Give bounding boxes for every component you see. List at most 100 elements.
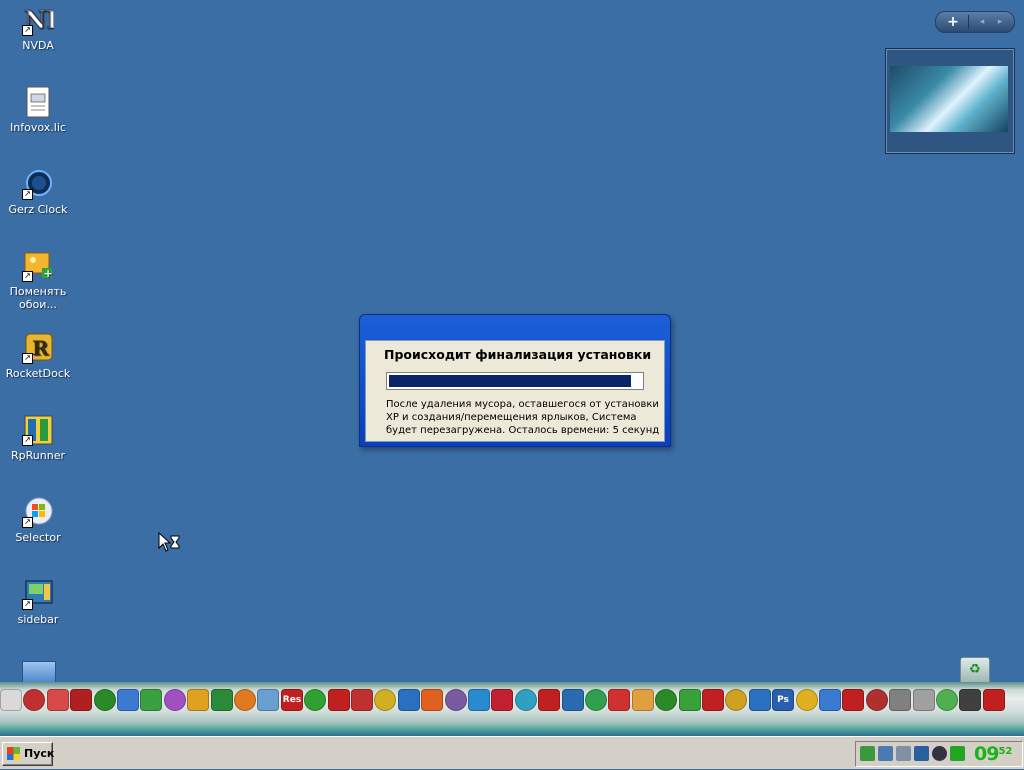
desktop-icon-label: RpRunner (11, 449, 65, 462)
dock-app-icon[interactable] (866, 689, 888, 711)
keyboard-layout-icon[interactable] (914, 746, 929, 761)
desktop-icon-label: Gerz Clock (8, 203, 68, 216)
dock-app-icon[interactable] (538, 689, 560, 711)
dialog-message: После удаления мусора, оставшегося от ус… (386, 399, 660, 436)
system-tray: 0952 (855, 741, 1023, 767)
desktop-icon-nvda[interactable]: ND ↗ NVDA (4, 4, 72, 52)
slideshow-image (890, 66, 1008, 132)
next-button[interactable]: ▸ (992, 13, 1008, 31)
dock-app-icon[interactable] (889, 689, 911, 711)
windows-flag-icon (7, 747, 20, 760)
dock-app-icon[interactable] (959, 689, 981, 711)
installation-finalizing-dialog: Происходит финализация установки После у… (359, 314, 671, 447)
dock-item-ps[interactable]: Ps (772, 689, 794, 711)
busy-cursor-icon (158, 531, 182, 557)
safely-remove-icon[interactable] (860, 746, 875, 761)
desktop-icon-change-wallpaper[interactable]: + ↗ Поменять обои... (4, 250, 72, 311)
dock-app-icon[interactable] (562, 689, 584, 711)
dock-app-icon[interactable] (117, 689, 139, 711)
dialog-title: Происходит финализация установки (384, 347, 652, 362)
dock-app-icon[interactable] (749, 689, 771, 711)
start-button-label: Пуск (24, 747, 55, 760)
dock-app-icon[interactable] (187, 689, 209, 711)
dock-app-icon[interactable] (70, 689, 92, 711)
dock-app-icon[interactable] (140, 689, 162, 711)
dock-app-icon[interactable] (445, 689, 467, 711)
dock-app-icon[interactable] (842, 689, 864, 711)
dock-app-icon[interactable] (328, 689, 350, 711)
desktop-icon-label: sidebar (17, 613, 59, 626)
recycle-bin-icon[interactable]: ♻ (960, 657, 990, 683)
dock-app-icon[interactable] (655, 689, 677, 711)
dock-app-icon[interactable] (491, 689, 513, 711)
clock-hour: 09 (974, 743, 999, 765)
network-icon[interactable] (878, 746, 893, 761)
previous-button[interactable]: ◂ (974, 13, 990, 31)
rocketdock-bar: Res Ps (0, 682, 1024, 736)
dock-app-icon[interactable] (913, 689, 935, 711)
desktop-icon-gerz-clock[interactable]: ↗ Gerz Clock (4, 168, 72, 216)
dock-app-icon[interactable] (374, 689, 396, 711)
dock-app-icon[interactable] (47, 689, 69, 711)
dock-app-icon[interactable] (468, 689, 490, 711)
dock-app-icon[interactable] (936, 689, 958, 711)
dock-app-icon[interactable] (983, 689, 1005, 711)
desktop-icon-label: NVDA (22, 39, 54, 52)
file-icon (22, 86, 54, 118)
rprunner-icon: ↗ (22, 414, 54, 446)
dock-app-icon[interactable] (819, 689, 841, 711)
display-icon[interactable] (896, 746, 911, 761)
dock-app-icon[interactable] (304, 689, 326, 711)
sidebar-gadget-controls: + ◂ ▸ (935, 11, 1015, 33)
divider (968, 15, 969, 29)
dialog-body: Происходит финализация установки После у… (365, 340, 665, 442)
dock-app-icon[interactable] (702, 689, 724, 711)
desktop-icon-label: Infovox.lic (10, 121, 66, 134)
desktop-icon-infovox[interactable]: Infovox.lic (4, 86, 72, 134)
dock-app-icon[interactable] (234, 689, 256, 711)
dock-app-icon[interactable] (164, 689, 186, 711)
dock-app-icon[interactable] (632, 689, 654, 711)
clock[interactable]: 0952 (974, 742, 1012, 770)
dock-app-icon[interactable] (796, 689, 818, 711)
dock-app-icon[interactable] (211, 689, 233, 711)
dock-app-icon[interactable] (679, 689, 701, 711)
progress-bar (386, 372, 644, 390)
desktop-icon-rocketdock[interactable]: R ↗ RocketDock (4, 332, 72, 380)
dock-app-icon[interactable] (585, 689, 607, 711)
taskbar: Пуск 0952 (0, 736, 1024, 769)
windows-logo-icon: ↗ (22, 496, 54, 528)
desktop-icon-label: Selector (15, 531, 61, 544)
desktop-icon-sidebar[interactable]: ↗ sidebar (4, 578, 72, 626)
dock-app-icon[interactable] (23, 689, 45, 711)
computer-icon[interactable] (22, 661, 56, 683)
svg-text:+: + (44, 267, 53, 280)
dock-app-icon[interactable] (421, 689, 443, 711)
nvda-icon: ND ↗ (22, 4, 67, 36)
start-button[interactable]: Пуск (2, 742, 55, 766)
wallpaper-icon: + ↗ (22, 250, 54, 282)
clock-icon: ↗ (22, 168, 54, 200)
progress-bar-fill (389, 375, 631, 387)
dock-app-icon[interactable] (94, 689, 116, 711)
dock-app-icon[interactable] (398, 689, 420, 711)
slideshow-gadget[interactable] (885, 48, 1015, 154)
dock-app-icon[interactable] (0, 689, 22, 711)
desktop-icon-label: RocketDock (5, 367, 71, 380)
sound-icon[interactable] (932, 746, 947, 761)
desktop-icon-label: Поменять обои... (9, 285, 67, 311)
rocketdock-icon: R ↗ (22, 332, 54, 364)
dock-app-icon[interactable] (608, 689, 630, 711)
wifi-icon[interactable] (950, 746, 965, 761)
dock-app-icon[interactable] (725, 689, 747, 711)
svg-text:R: R (32, 336, 49, 360)
sidebar-icon: ↗ (22, 578, 54, 610)
dock-app-icon[interactable] (351, 689, 373, 711)
desktop-icon-selector[interactable]: ↗ Selector (4, 496, 72, 544)
add-gadget-button[interactable]: + (942, 13, 964, 31)
clock-minute: 52 (998, 746, 1013, 757)
dock-item-res[interactable]: Res (281, 689, 303, 711)
dock-app-icon[interactable] (515, 689, 537, 711)
dock-app-icon[interactable] (257, 689, 279, 711)
desktop-icon-rprunner[interactable]: ↗ RpRunner (4, 414, 72, 462)
